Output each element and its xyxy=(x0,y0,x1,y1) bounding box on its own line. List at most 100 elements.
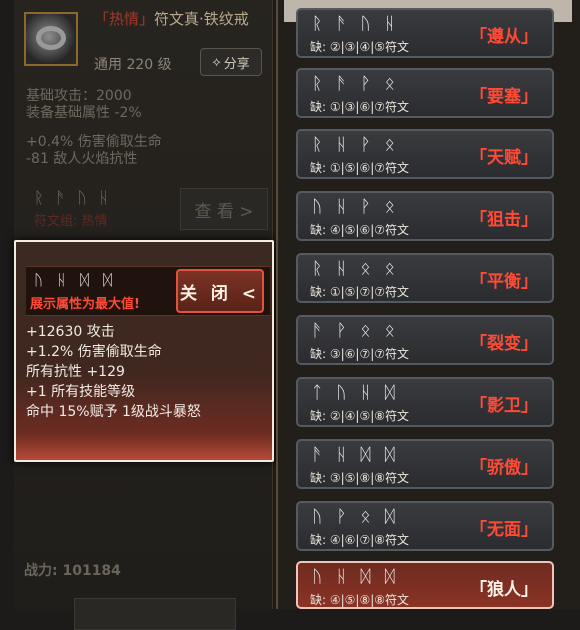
runeword-card[interactable]: ᚱᚺᚹᛟ 缺: ①|⑤|⑥|⑦符文 「天赋」 xyxy=(296,129,554,179)
rune-icon: ᚱ xyxy=(34,188,44,207)
runeword-card-selected[interactable]: ᚢᚺᛞᛞ 缺: ④|⑤|⑧|⑧符文 「狼人」 xyxy=(296,561,554,609)
rune-icon: ᚹ xyxy=(360,135,371,155)
stat-line: 命中 15%赋予 1级战斗暴怒 xyxy=(26,404,201,420)
card-rune-row: ᚱᚺᛟᛟ xyxy=(312,259,395,279)
rune-icon: ᛟ xyxy=(384,74,395,94)
rune-icon: ᚢ xyxy=(34,271,44,289)
item-level: 通用 220 级 xyxy=(94,57,172,73)
item-rune-tag: 「热情」 xyxy=(94,10,155,28)
rune-icon: ᚹ xyxy=(336,507,347,527)
missing-runes: 缺: ③|⑥|⑦|⑦符文 xyxy=(310,347,410,361)
base-stats: 基础攻击：2000 装备基础属性 -2% xyxy=(26,88,142,122)
runeword-detail-popup: ᚢ ᚺ ᛞ ᛞ 展示属性为最大值! 关 闭 < +12630 攻击 +1.2% … xyxy=(14,240,274,462)
item-rune-slots: ᚱ ᚫ ᚢ ᚺ xyxy=(34,188,108,207)
rune-icon: ᚺ xyxy=(57,271,67,289)
popup-rune-row: ᚢ ᚺ ᛞ ᛞ xyxy=(34,271,112,289)
rune-icon: ᚺ xyxy=(336,567,347,587)
missing-runes: 缺: ④|⑤|⑧|⑧符文 xyxy=(310,593,410,607)
runeword-name: 「影卫」 xyxy=(470,396,538,416)
runeword-name: 「裂变」 xyxy=(470,334,538,354)
rune-icon: ᛏ xyxy=(312,383,323,403)
card-rune-row: ᚱᚫᚢᚺ xyxy=(312,14,395,34)
rune-icon: ᚺ xyxy=(336,135,347,155)
rune-icon: ᛟ xyxy=(360,507,371,527)
max-value-note: 展示属性为最大值! xyxy=(30,297,140,312)
stat-line: +12630 攻击 xyxy=(26,324,115,340)
rune-icon: ᚹ xyxy=(336,321,347,341)
rune-icon: ᛞ xyxy=(384,507,395,527)
card-rune-row: ᚢᚺᚹᛟ xyxy=(312,197,395,217)
runeword-card[interactable]: ᚱᚫᚢᚺ 缺: ②|③|④|⑤符文 「遵从」 xyxy=(296,8,554,58)
card-rune-row: ᚫᚺᛞᛞ xyxy=(312,445,395,465)
stat-line: 所有抗性 +129 xyxy=(26,364,125,380)
rune-group-label: 符文组: 热情 xyxy=(34,214,108,229)
rune-icon: ᚺ xyxy=(336,259,347,279)
rune-icon: ᚢ xyxy=(360,14,371,34)
rune-icon: ᛞ xyxy=(384,567,395,587)
rune-icon: ᚺ xyxy=(384,14,395,34)
runeword-card[interactable]: ᚫᚺᛞᛞ 缺: ③|⑤|⑧|⑧符文 「骄傲」 xyxy=(296,439,554,489)
base-attack: 基础攻击：2000 xyxy=(26,88,132,104)
rune-icon: ᛞ xyxy=(384,383,395,403)
runeword-name: 「骄傲」 xyxy=(470,458,538,478)
card-rune-row: ᚱᚫᚹᛟ xyxy=(312,74,395,94)
bottom-action-button[interactable] xyxy=(74,598,236,630)
rune-icon: ᛟ xyxy=(384,259,395,279)
rune-icon: ᚫ xyxy=(312,445,323,465)
runeword-card[interactable]: ᚢᚹᛟᛞ 缺: ④|⑥|⑦|⑧符文 「无面」 xyxy=(296,501,554,551)
card-rune-row: ᚱᚺᚹᛟ xyxy=(312,135,395,155)
close-button[interactable]: 关 闭 < xyxy=(176,269,264,313)
rune-icon: ᚹ xyxy=(360,74,371,94)
card-rune-row: ᚫᚹᛟᛟ xyxy=(312,321,395,341)
runeword-name: 「遵从」 xyxy=(470,27,538,47)
runeword-card[interactable]: ᚢᚺᚹᛟ 缺: ④|⑤|⑥|⑦符文 「狙击」 xyxy=(296,191,554,241)
rune-icon: ᚫ xyxy=(336,74,347,94)
rune-icon: ᛞ xyxy=(103,271,113,289)
rune-icon: ᚺ xyxy=(98,188,109,207)
share-button[interactable]: ⟡ 分享 xyxy=(200,48,262,76)
share-icon: ⟡ xyxy=(212,54,221,70)
item-name: 符文真·铁纹戒 xyxy=(154,10,249,28)
rune-icon: ᚢ xyxy=(312,197,323,217)
runeword-name: 「要塞」 xyxy=(470,87,538,107)
rune-icon: ᛟ xyxy=(360,321,371,341)
rune-icon: ᚺ xyxy=(336,197,347,217)
item-title: 「热情」符文真·铁纹戒 xyxy=(94,10,274,29)
runeword-card[interactable]: ᚫᚹᛟᛟ 缺: ③|⑥|⑦|⑦符文 「裂变」 xyxy=(296,315,554,365)
runeword-name: 「平衡」 xyxy=(470,272,538,292)
rune-icon: ᛞ xyxy=(360,567,371,587)
rune-icon: ᛟ xyxy=(384,197,395,217)
rune-icon: ᚫ xyxy=(312,321,323,341)
missing-runes: 缺: ④|⑤|⑥|⑦符文 xyxy=(310,223,410,237)
popup-stat-list: +12630 攻击 +1.2% 伤害偷取生命 所有抗性 +129 +1 所有技能… xyxy=(26,322,201,422)
runeword-name: 「狼人」 xyxy=(470,580,538,600)
rune-icon: ᚢ xyxy=(336,383,347,403)
stat-line: +1 所有技能等级 xyxy=(26,384,136,400)
rune-icon: ᛞ xyxy=(80,271,90,289)
runeword-card[interactable]: ᚱᚺᛟᛟ 缺: ①|⑤|⑦|⑦符文 「平衡」 xyxy=(296,253,554,303)
missing-runes: 缺: ①|⑤|⑦|⑦符文 xyxy=(310,285,410,299)
rune-icon: ᛟ xyxy=(384,321,395,341)
card-rune-row: ᛏᚢᚺᛞ xyxy=(312,383,395,403)
missing-runes: 缺: ②|③|④|⑤符文 xyxy=(310,40,410,54)
missing-runes: 缺: ④|⑥|⑦|⑧符文 xyxy=(310,533,410,547)
missing-runes: 缺: ②|④|⑤|⑧符文 xyxy=(310,409,410,423)
share-label: 分享 xyxy=(223,56,250,72)
view-button[interactable]: 查 看 > xyxy=(180,188,268,230)
rune-icon: ᚢ xyxy=(312,567,323,587)
runeword-card[interactable]: ᚱᚫᚹᛟ 缺: ①|③|⑥|⑦符文 「要塞」 xyxy=(296,68,554,118)
rune-icon: ᚱ xyxy=(312,14,323,34)
rune-icon: ᚺ xyxy=(336,445,347,465)
runeword-list: ᚱᚫᚢᚺ 缺: ②|③|④|⑤符文 「遵从」 ᚱᚫᚹᛟ 缺: ①|③|⑥|⑦符文… xyxy=(276,0,580,609)
runeword-name: 「天赋」 xyxy=(470,148,538,168)
rune-icon: ᚫ xyxy=(336,14,347,34)
runeword-card[interactable]: ᛏᚢᚺᛞ 缺: ②|④|⑤|⑧符文 「影卫」 xyxy=(296,377,554,427)
rune-icon: ᚢ xyxy=(77,188,87,207)
rune-icon: ᚫ xyxy=(55,188,66,207)
base-attr: 装备基础属性 -2% xyxy=(26,105,142,121)
runeword-name: 「无面」 xyxy=(470,520,538,540)
card-rune-row: ᚢᚹᛟᛞ xyxy=(312,507,395,527)
affix-line: -81 敌人火焰抗性 xyxy=(26,151,138,167)
rune-icon: ᚱ xyxy=(312,135,323,155)
rune-icon: ᚺ xyxy=(360,383,371,403)
